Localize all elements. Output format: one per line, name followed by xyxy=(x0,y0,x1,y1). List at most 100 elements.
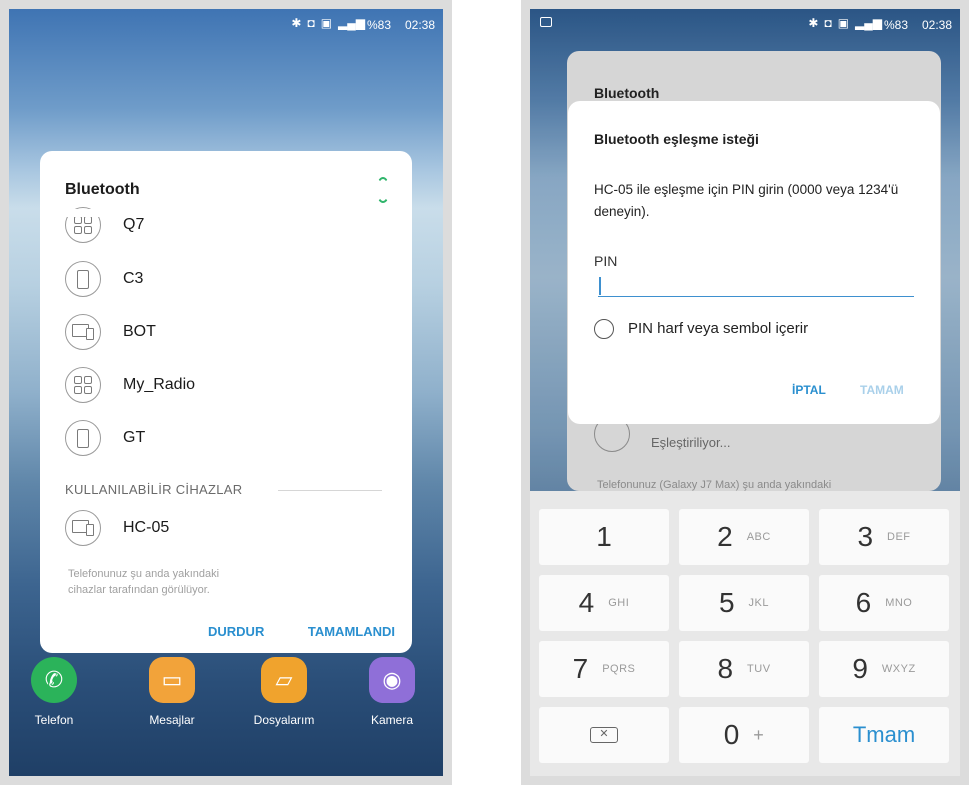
key-digit: 7 xyxy=(572,653,589,684)
key-letters: ABC xyxy=(746,531,771,543)
bluetooth-icon: ✱ xyxy=(808,16,819,30)
key-0[interactable]: 0 + xyxy=(679,707,809,763)
device-label: C3 xyxy=(123,270,144,287)
device-label: HC-05 xyxy=(123,519,170,536)
visibility-note: Telefonunuz şu anda yakındaki cihazlar t… xyxy=(68,566,219,598)
radio-label: PIN harf veya sembol içerir xyxy=(628,320,809,337)
available-devices-header: KULLANILABİLİR CİHAZLAR xyxy=(65,482,243,497)
clock: 02:38 xyxy=(404,18,435,32)
dock-app-files[interactable]: ▱ Dosyalarım xyxy=(249,657,319,727)
key-8[interactable]: 8 TUV xyxy=(679,641,809,697)
device-row[interactable]: My_Radio xyxy=(65,365,195,405)
note-line: Telefonunuz şu anda yakındaki xyxy=(68,568,220,580)
key-6[interactable]: 6 MNO xyxy=(819,575,949,631)
key-2[interactable]: 2 ABC xyxy=(679,509,809,565)
folder-icon: ▱ xyxy=(261,657,307,703)
notification-icon: ◘ xyxy=(307,16,315,30)
key-digit: 2 xyxy=(717,521,733,552)
key-letters: JKL xyxy=(748,597,770,609)
status-bar: ✱ ◘ ▣ ▂▄▆ %83 02:38 xyxy=(530,9,960,39)
device-row[interactable]: C3 xyxy=(65,259,143,299)
device-label: My_Radio xyxy=(123,376,196,393)
gallery-notification-icon xyxy=(540,17,552,27)
app-dock: ✆ Telefon ▭ Mesajlar ▱ Dosyalarım ◉ Kame… xyxy=(9,657,443,752)
key-letters: + xyxy=(753,724,765,745)
right-phone-screen: ✱ ◘ ▣ ▂▄▆ %83 02:38 Bluetooth Eşleştiril… xyxy=(521,0,969,785)
clock: 02:38 xyxy=(921,18,952,32)
status-bar: ✱ ◘ ▣ ▂▄▆ %83 02:38 xyxy=(9,9,443,39)
left-phone-screen: ✱ ◘ ▣ ▂▄▆ %83 02:38 Bluetooth Q7 C3 BOT xyxy=(0,0,452,785)
dialog-title: Bluetooth eşleşme isteği xyxy=(594,131,759,147)
pin-input[interactable] xyxy=(598,271,914,297)
numeric-keypad: 1 2 ABC 3 DEF 4 GHI 5 JKL 6 MNO 7 PQRS 8 TUV 9 W… xyxy=(530,491,960,776)
dock-app-messages[interactable]: ▭ Mesajlar xyxy=(137,657,207,727)
dock-label: Telefon xyxy=(34,713,74,727)
pin-instructions: HC-05 ile eşleşme için PIN girin (0000 v… xyxy=(594,182,899,219)
key-digit: 5 xyxy=(718,587,735,618)
divider xyxy=(278,490,382,491)
device-label: Q7 xyxy=(123,216,145,233)
battery-percent: %83 xyxy=(366,18,391,32)
key-digit: 6 xyxy=(855,587,872,618)
key-digit: 1 xyxy=(596,521,612,552)
nfc-icon: ▣ xyxy=(837,16,850,30)
key-letters: TUV xyxy=(747,663,771,675)
dock-label: Dosyalarım xyxy=(253,713,315,727)
nfc-icon: ▣ xyxy=(320,16,333,30)
dock-app-phone[interactable]: ✆ Telefon xyxy=(19,657,89,727)
key-letters: GHI xyxy=(608,597,630,609)
bluetooth-dialog: Bluetooth Q7 C3 BOT My_Radio GT KULLANIL… xyxy=(40,151,412,653)
key-letters: PQRS xyxy=(602,663,636,675)
scanning-spinner-icon xyxy=(376,177,390,203)
key-9[interactable]: 9 WXYZ xyxy=(819,641,949,697)
key-4[interactable]: 4 GHI xyxy=(539,575,669,631)
bluetooth-icon: ✱ xyxy=(291,16,302,30)
key-letters: WXYZ xyxy=(881,663,916,675)
key-5[interactable]: 5 JKL xyxy=(679,575,809,631)
text-cursor xyxy=(599,277,601,295)
done-key[interactable]: Tmam xyxy=(819,707,949,763)
key-label: Tmam xyxy=(852,722,916,747)
key-digit: 8 xyxy=(717,653,734,684)
tablet-icon xyxy=(65,510,101,546)
key-3[interactable]: 3 DEF xyxy=(819,509,949,565)
key-digit: 4 xyxy=(578,587,595,618)
device-label: GT xyxy=(123,429,146,446)
dock-app-camera[interactable]: ◉ Kamera xyxy=(357,657,427,727)
signal-icon: ▂▄▆ xyxy=(338,16,365,30)
key-digit: 9 xyxy=(852,653,868,684)
key-7[interactable]: 7 PQRS xyxy=(539,641,669,697)
key-1[interactable]: 1 xyxy=(539,509,669,565)
device-row-hc05[interactable]: HC-05 xyxy=(65,508,169,548)
grid-device-icon xyxy=(65,367,101,403)
phone-icon xyxy=(65,261,101,297)
camera-icon: ◉ xyxy=(369,657,415,703)
scroll-edge xyxy=(40,209,412,217)
status-icons: ✱ ◘ ▣ ▂▄▆ xyxy=(291,16,365,30)
dialog-title: Bluetooth xyxy=(65,181,140,198)
dock-label: Mesajlar xyxy=(149,713,195,727)
pairing-status: Eşleştiriliyor... xyxy=(651,435,731,450)
device-row[interactable]: GT xyxy=(65,418,145,458)
pairing-request-dialog: Bluetooth eşleşme isteği HC-05 ile eşleş… xyxy=(568,101,940,424)
dock-label: Kamera xyxy=(370,713,414,727)
done-button[interactable]: TAMAMLANDI xyxy=(308,624,395,639)
stop-button[interactable]: DURDUR xyxy=(208,624,264,639)
battery-percent: %83 xyxy=(883,18,908,32)
device-row[interactable]: BOT xyxy=(65,312,156,352)
status-icons: ✱ ◘ ▣ ▂▄▆ xyxy=(808,16,882,30)
backspace-key[interactable]: ✕ xyxy=(539,707,669,763)
visibility-note: Telefonunuz (Galaxy J7 Max) şu anda yakı… xyxy=(597,479,832,491)
contains-letters-radio[interactable] xyxy=(594,319,614,339)
note-line: cihazlar tarafından görülüyor. xyxy=(68,584,210,596)
ok-button[interactable]: TAMAM xyxy=(860,383,904,397)
key-letters: DEF xyxy=(887,531,911,543)
notification-icon: ◘ xyxy=(824,16,832,30)
backspace-icon: ✕ xyxy=(590,727,618,743)
pin-label: PIN xyxy=(594,253,618,269)
device-label: BOT xyxy=(123,323,156,340)
key-digit: 0 xyxy=(723,719,740,750)
signal-icon: ▂▄▆ xyxy=(855,16,882,30)
tablet-icon xyxy=(65,314,101,350)
cancel-button[interactable]: İPTAL xyxy=(792,383,826,397)
